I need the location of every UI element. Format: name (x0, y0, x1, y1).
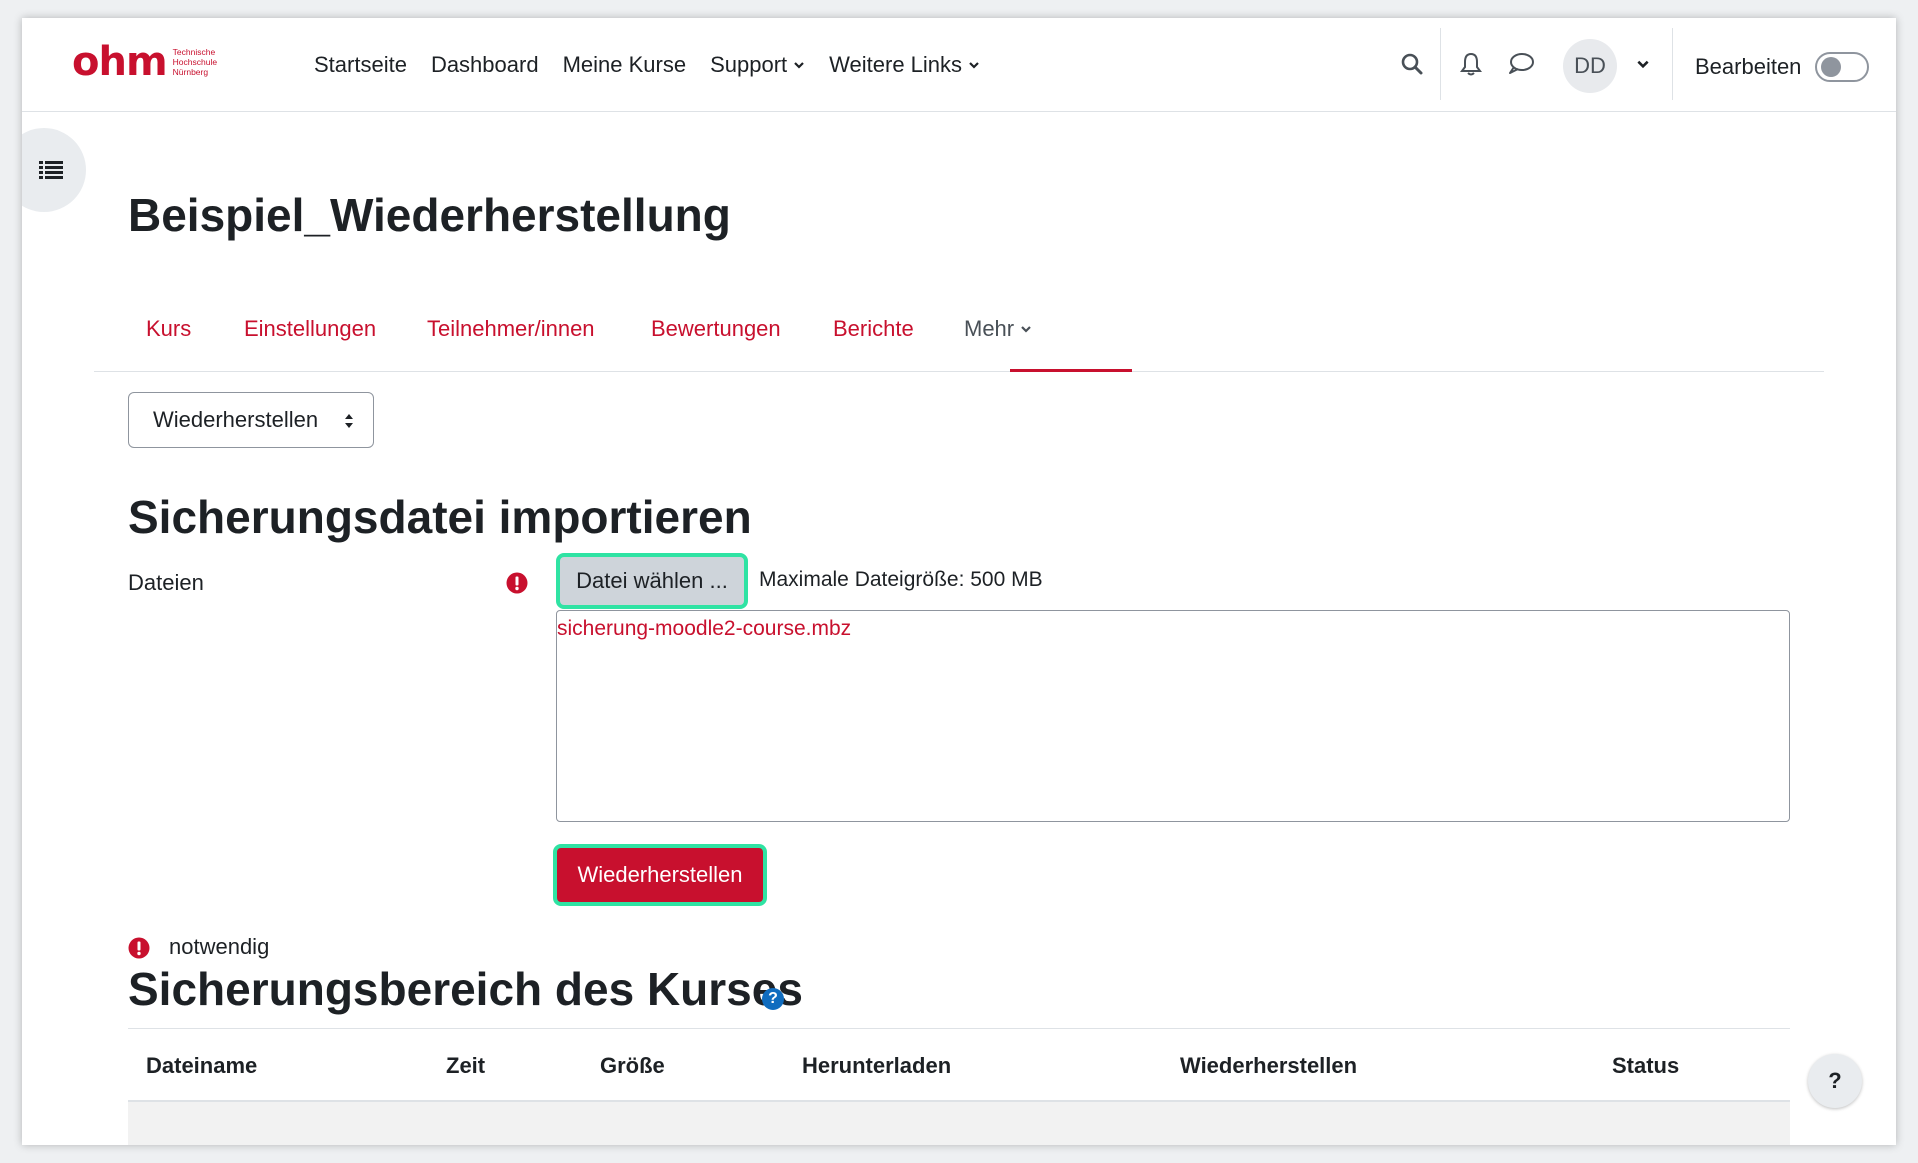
page-title: Beispiel_Wiederherstellung (128, 189, 731, 241)
sort-caret-icon (345, 414, 353, 428)
help-icon[interactable]: ? (762, 988, 784, 1010)
bell-icon (1460, 52, 1482, 76)
column-header-herunterladen: Herunterladen (802, 1053, 952, 1078)
site-logo[interactable]: ohm Technische Hochschule Nürnberg (72, 42, 217, 82)
navbar-divider (1672, 28, 1673, 100)
course-index-toggle[interactable] (22, 128, 86, 212)
toggle-knob (1821, 57, 1841, 77)
edit-mode-label: Bearbeiten (1695, 54, 1802, 79)
selected-file-link[interactable]: sicherung-moodle2-course.mbz (557, 617, 851, 641)
files-label: Dateien (128, 570, 204, 595)
tab-einstellungen[interactable]: Einstellungen (244, 316, 376, 342)
nav-link-meine-kurse[interactable]: Meine Kurse (563, 52, 687, 78)
tab-bewertungen[interactable]: Bewertungen (651, 316, 781, 342)
tab-berichte[interactable]: Berichte (833, 316, 914, 342)
nav-link-support-label: Support (710, 52, 788, 77)
list-icon (39, 161, 63, 179)
action-select[interactable]: Wiederherstellen (128, 392, 374, 448)
nav-link-weitere-links-label: Weitere Links (829, 52, 963, 77)
page-help-button[interactable]: ? (1808, 1054, 1862, 1108)
edit-mode-toggle[interactable] (1815, 52, 1869, 82)
file-drop-area[interactable]: sicherung-moodle2-course.mbz (556, 610, 1790, 822)
user-menu-toggle[interactable] (1627, 48, 1659, 80)
chat-icon (1509, 53, 1534, 74)
notifications-button[interactable] (1455, 48, 1487, 80)
top-navbar: ohm Technische Hochschule Nürnberg Start… (22, 18, 1896, 112)
tab-teilnehmer[interactable]: Teilnehmer/innen (427, 316, 595, 342)
restore-button[interactable]: Wiederherstellen (553, 844, 767, 906)
column-header-status: Status (1612, 1053, 1680, 1078)
max-file-size-text: Maximale Dateigröße: 500 MB (759, 568, 1043, 591)
nav-link-startseite[interactable]: Startseite (314, 52, 407, 78)
nav-dropdown-weitere-links[interactable]: Weitere Links (829, 52, 980, 78)
import-heading: Sicherungsdatei importieren (128, 491, 752, 543)
tab-kurs[interactable]: Kurs (146, 316, 191, 342)
logo-subtitle: Technische Hochschule Nürnberg (172, 47, 218, 77)
course-secondary-navigation: Kurs Einstellungen Teilnehmer/innen Bewe… (94, 276, 1824, 372)
nav-dropdown-support[interactable]: Support (710, 52, 805, 78)
search-icon (1401, 53, 1423, 75)
tab-mehr[interactable]: Mehr (964, 316, 1032, 342)
active-tab-indicator (1010, 369, 1132, 372)
chevron-down-icon (794, 62, 804, 69)
column-header-wiederherstellen: Wiederherstellen (1180, 1053, 1358, 1078)
chevron-down-icon (1637, 60, 1649, 69)
required-note: notwendig (169, 934, 270, 959)
browser-page: ohm Technische Hochschule Nürnberg Start… (22, 18, 1896, 1145)
table-row (128, 1102, 1790, 1145)
messages-button[interactable] (1505, 48, 1537, 80)
required-icon (128, 937, 150, 959)
tab-mehr-label: Mehr (964, 316, 1015, 341)
action-select-value: Wiederherstellen (153, 407, 319, 432)
chevron-down-icon (1021, 326, 1031, 333)
restore-button-label: Wiederherstellen (577, 862, 743, 887)
primary-navigation: Startseite Dashboard Meine Kurse Support… (314, 18, 980, 112)
column-header-zeit: Zeit (446, 1053, 486, 1078)
user-avatar[interactable]: DD (1563, 39, 1617, 93)
navbar-divider (1440, 28, 1441, 100)
column-header-groesse: Größe (600, 1053, 665, 1078)
backup-area-heading: Sicherungsbereich des Kurses (128, 963, 803, 1015)
chevron-down-icon (969, 62, 979, 69)
required-icon (506, 572, 528, 594)
column-header-dateiname: Dateiname (146, 1053, 258, 1078)
choose-file-button[interactable]: Datei wählen ... (556, 553, 748, 609)
table-header: Dateiname Zeit Größe Herunterladen Wiede… (128, 1028, 1790, 1102)
logo-wordmark: ohm (72, 39, 168, 85)
search-button[interactable] (1396, 48, 1428, 80)
nav-link-dashboard[interactable]: Dashboard (431, 52, 539, 78)
backup-files-table: Dateiname Zeit Größe Herunterladen Wiede… (128, 1028, 1790, 1145)
